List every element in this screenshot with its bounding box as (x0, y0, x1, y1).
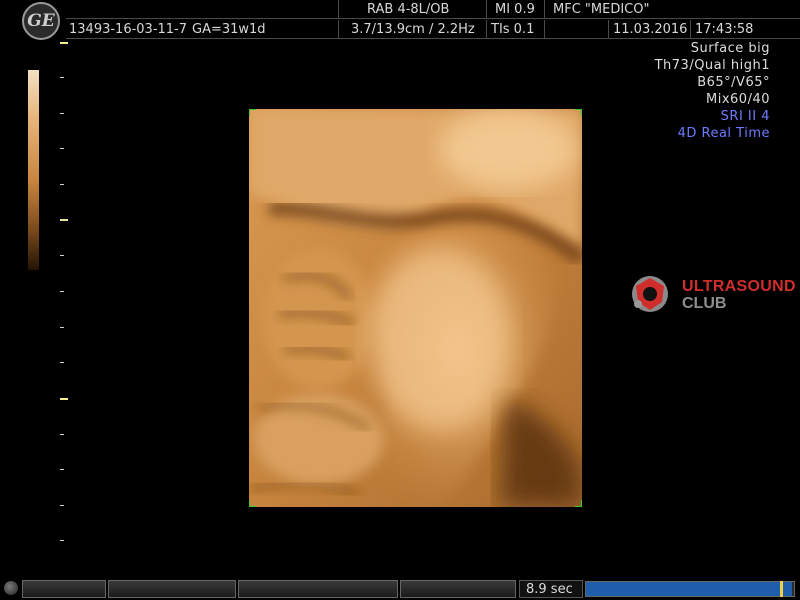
header-blank-top (66, 0, 338, 19)
param-threshold: Th73/Qual high1 (654, 58, 770, 73)
param-mode: 4D Real Time (677, 126, 770, 141)
footer-softkey-1[interactable] (22, 580, 106, 598)
cine-time: 8.9 sec (519, 580, 583, 598)
depth-tick (60, 469, 64, 470)
depth-tick (60, 362, 64, 363)
watermark-line2: CLUB (682, 295, 727, 312)
time-label: 17:43:58 (690, 20, 800, 39)
depth-tick (60, 42, 68, 44)
tint-scale-bar (28, 70, 39, 270)
cine-progress-fill (586, 582, 792, 596)
ultrasound-club-watermark: ULTRASOUND CLUB (625, 272, 800, 320)
depth-tick (60, 505, 64, 506)
cine-position-marker[interactable] (779, 581, 783, 597)
ge-logo: GE (22, 2, 60, 40)
depth-tick (60, 77, 64, 78)
watermark-line1: ULTRASOUND (682, 278, 796, 295)
roi-corner-top-left (249, 109, 256, 116)
roi-corner-top-right (575, 109, 582, 116)
param-angles: B65°/V65° (697, 75, 770, 90)
depth-tick (60, 148, 64, 149)
trackball-indicator-icon (4, 581, 18, 595)
cine-progress-bar[interactable] (585, 581, 795, 597)
gestational-age: GA=31w1d (190, 20, 338, 39)
header-bar: GE RAB 4-8L/OB MI 0.9 MFC "MEDICO" 13493… (0, 0, 800, 40)
tis-label: TIs 0.1 (486, 20, 544, 39)
render-params: Surface big Th73/Qual high1 B65°/V65° Mi… (655, 40, 770, 142)
depth-tick (60, 327, 64, 328)
probe-label: RAB 4-8L/OB (338, 0, 486, 19)
roi-corner-bottom-left (249, 500, 256, 507)
roi-corner-bottom-right (575, 500, 582, 507)
depth-tick-major (60, 398, 68, 400)
date-label: 11.03.2016 (608, 20, 690, 39)
depth-tick-major (60, 219, 68, 221)
depth-tick (60, 255, 64, 256)
footer-softkey-3[interactable] (238, 580, 398, 598)
depth-tick (60, 540, 64, 541)
depth-tick (60, 113, 64, 114)
param-mix: Mix60/40 (706, 92, 770, 107)
ultrasound-club-logo-icon (632, 276, 668, 312)
fetal-3d-render (249, 109, 582, 507)
footer-softkey-2[interactable] (108, 580, 236, 598)
patient-id: 13493-16-03-11-7 (66, 20, 190, 39)
render-viewport[interactable] (249, 109, 582, 507)
param-render-mode: Surface big (690, 41, 770, 56)
depth-frequency: 3.7/13.9cm / 2.2Hz (338, 20, 486, 39)
mi-label: MI 0.9 (486, 0, 544, 19)
depth-tick (60, 184, 64, 185)
footer-softkey-4[interactable] (400, 580, 516, 598)
institution-label: MFC "MEDICO" (544, 0, 800, 19)
depth-tick (60, 291, 64, 292)
depth-tick (60, 434, 64, 435)
param-sri: SRI II 4 (720, 109, 770, 124)
header-blank-mid (544, 20, 608, 39)
